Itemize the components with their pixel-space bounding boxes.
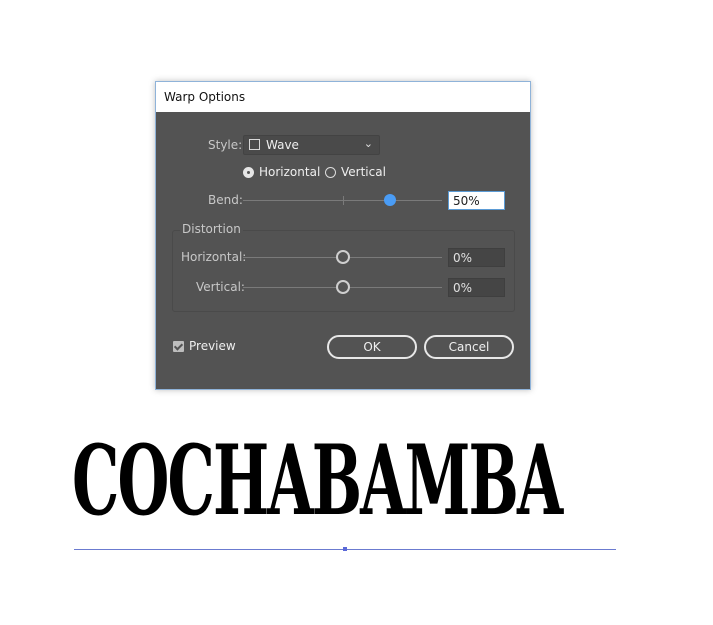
- horizontal-distortion-thumb[interactable]: [336, 250, 350, 264]
- horizontal-radio[interactable]: [243, 167, 254, 178]
- bend-input[interactable]: 50%: [448, 191, 505, 210]
- bend-input-value: 50%: [453, 194, 480, 208]
- bend-label: Bend:: [208, 193, 243, 207]
- warp-options-dialog: Warp Options Style: Wave ⌄ Horizontal Ve…: [155, 81, 531, 390]
- style-label: Style:: [208, 138, 243, 152]
- horizontal-distortion-input[interactable]: 0%: [448, 248, 505, 267]
- style-select[interactable]: Wave ⌄: [243, 135, 380, 155]
- vertical-radio-label[interactable]: Vertical: [341, 165, 386, 179]
- vertical-distortion-input[interactable]: 0%: [448, 278, 505, 297]
- vertical-distortion-thumb[interactable]: [336, 280, 350, 294]
- text-anchor-point[interactable]: [343, 547, 347, 551]
- style-value: Wave: [266, 138, 299, 152]
- wave-style-icon: [249, 139, 260, 150]
- dialog-titlebar[interactable]: Warp Options: [156, 82, 530, 112]
- vertical-distortion-label: Vertical:: [196, 280, 245, 294]
- vertical-radio[interactable]: [325, 167, 336, 178]
- horizontal-distortion-label: Horizontal:: [181, 250, 247, 264]
- bend-slider-center-tick: [343, 196, 344, 205]
- horizontal-distortion-value: 0%: [453, 251, 473, 265]
- warped-text-object[interactable]: COCHABAMBA: [72, 433, 563, 529]
- distortion-label: Distortion: [180, 222, 243, 236]
- dialog-title: Warp Options: [164, 90, 246, 104]
- cancel-button[interactable]: Cancel: [424, 335, 514, 359]
- horizontal-radio-label[interactable]: Horizontal: [259, 165, 320, 179]
- chevron-down-icon: ⌄: [363, 137, 373, 150]
- preview-checkbox[interactable]: [173, 341, 184, 352]
- ok-button[interactable]: OK: [327, 335, 417, 359]
- bend-slider-thumb[interactable]: [384, 194, 396, 206]
- distortion-group: [172, 230, 515, 312]
- vertical-distortion-value: 0%: [453, 281, 473, 295]
- preview-label[interactable]: Preview: [189, 339, 236, 353]
